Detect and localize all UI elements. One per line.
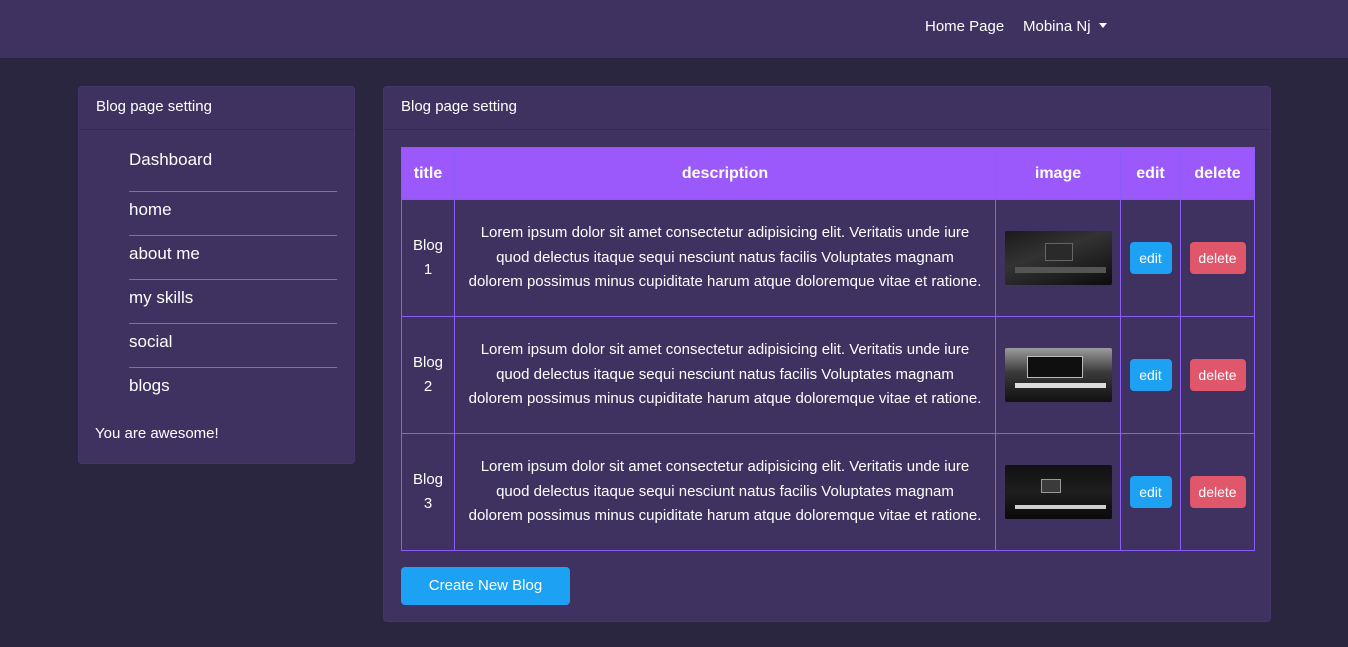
blog-title: Blog 1 (401, 199, 455, 317)
column-header-edit: edit (1120, 147, 1181, 200)
create-new-blog-button[interactable]: Create New Blog (401, 567, 570, 605)
user-menu-dropdown[interactable]: Mobina Nj (1023, 18, 1107, 35)
column-header-image: image (995, 147, 1121, 200)
main-header: Blog page setting (384, 87, 1270, 130)
sidebar-header: Blog page setting (79, 87, 354, 130)
sidebar-item-dashboard[interactable]: Dashboard (129, 148, 337, 192)
sidebar-item-social[interactable]: social (129, 324, 337, 368)
column-header-delete: delete (1180, 147, 1255, 200)
sidebar-item-blogs[interactable]: blogs (129, 368, 337, 412)
edit-button[interactable]: edit (1129, 359, 1172, 391)
table-row: Blog 1 Lorem ipsum dolor sit amet consec… (401, 199, 1255, 317)
blog-thumbnail-image (1004, 348, 1112, 402)
table-header-row: title description image edit delete (401, 147, 1255, 200)
column-header-title: title (401, 147, 455, 200)
blog-title: Blog 2 (401, 316, 455, 434)
delete-button[interactable]: delete (1189, 359, 1246, 391)
table-row: Blog 2 Lorem ipsum dolor sit amet consec… (401, 316, 1255, 434)
blog-title: Blog 3 (401, 433, 455, 551)
column-header-description: description (454, 147, 996, 200)
sidebar-panel: Blog page setting Dashboard home about m… (78, 86, 355, 464)
blog-description: Lorem ipsum dolor sit amet consectetur a… (454, 433, 996, 551)
blog-thumbnail-image (1004, 465, 1112, 519)
caret-down-icon (1098, 23, 1107, 28)
user-name: Mobina Nj (1023, 18, 1091, 35)
delete-button[interactable]: delete (1189, 242, 1246, 274)
sidebar-item-my-skills[interactable]: my skills (129, 280, 337, 324)
edit-button[interactable]: edit (1129, 242, 1172, 274)
sidebar-item-home[interactable]: home (129, 192, 337, 236)
top-navbar: Home Page Mobina Nj (0, 0, 1348, 58)
edit-button[interactable]: edit (1129, 476, 1172, 508)
delete-button[interactable]: delete (1189, 476, 1246, 508)
blog-thumbnail-image (1004, 231, 1112, 285)
blog-settings-panel: Blog page setting title description imag… (383, 86, 1271, 622)
sidebar-item-about-me[interactable]: about me (129, 236, 337, 280)
table-row: Blog 3 Lorem ipsum dolor sit amet consec… (401, 433, 1255, 551)
blog-description: Lorem ipsum dolor sit amet consectetur a… (454, 199, 996, 317)
nav-home-link[interactable]: Home Page (925, 18, 1004, 35)
blog-description: Lorem ipsum dolor sit amet consectetur a… (454, 316, 996, 434)
sidebar-menu: Dashboard home about me my skills social… (79, 130, 354, 412)
sidebar-footer-text: You are awesome! (95, 425, 219, 442)
blogs-table: title description image edit delete Blog… (401, 147, 1255, 551)
